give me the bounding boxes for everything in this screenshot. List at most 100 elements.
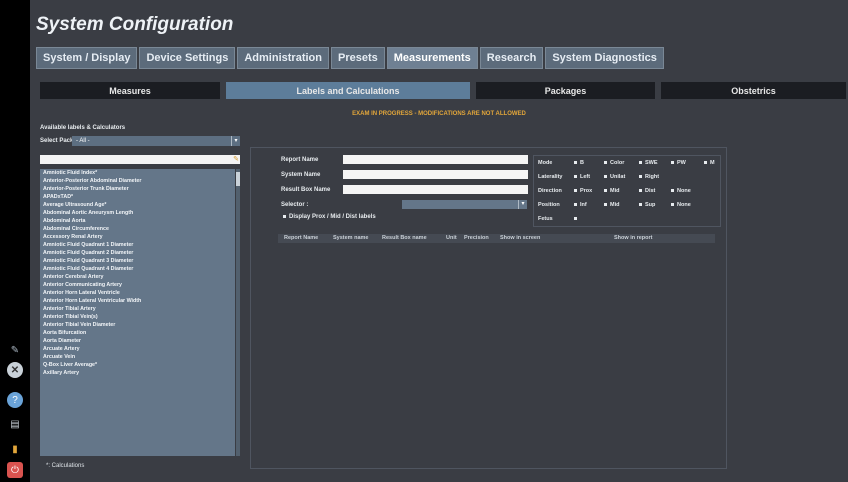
list-item[interactable]: Anterior Tibial Artery — [40, 305, 235, 313]
direction-prox-option[interactable]: Prox — [574, 188, 592, 194]
sub-tabs: Measures Labels and Calculations Package… — [40, 82, 846, 99]
list-item[interactable]: Amniotic Fluid Quadrant 4 Diameter — [40, 265, 235, 273]
position-sup-option[interactable]: Sup — [639, 202, 655, 208]
left-icon-strip: ✎ ✕ ? ▤ ▮ ⏻ — [0, 0, 30, 482]
probe-icon[interactable]: ✎ — [7, 342, 23, 358]
subtab-obstetrics[interactable]: Obstetrics — [661, 82, 846, 99]
list-item[interactable]: Accessory Renal Artery — [40, 233, 235, 241]
calculations-footnote: *: Calculations — [46, 463, 85, 469]
laterality-left-option[interactable]: Left — [574, 174, 590, 180]
options-grid: Mode B Color SWE PW M Laterality Left Un… — [533, 155, 721, 227]
direction-dist-option[interactable]: Dist — [639, 188, 655, 194]
list-item[interactable]: Anterior Tibial Vein(s) — [40, 313, 235, 321]
list-item[interactable]: Amniotic Fluid Quadrant 3 Diameter — [40, 257, 235, 265]
position-mid-option[interactable]: Mid — [604, 202, 619, 208]
col-precision: Precision — [464, 235, 489, 241]
list-item[interactable]: Amniotic Fluid Quadrant 1 Diameter — [40, 241, 235, 249]
list-scrollbar[interactable] — [236, 169, 240, 456]
chevron-down-icon[interactable]: ▾ — [518, 200, 527, 209]
battery-icon: ▮ — [12, 443, 18, 455]
subtab-measures[interactable]: Measures — [40, 82, 220, 99]
direction-none-option[interactable]: None — [671, 188, 691, 194]
cancel-icon[interactable]: ✕ — [7, 362, 23, 378]
page-title: System Configuration — [36, 14, 234, 35]
list-item[interactable]: Anterior Horn Lateral Ventricular Width — [40, 297, 235, 305]
tab-presets[interactable]: Presets — [330, 47, 385, 69]
list-item[interactable]: Amniotic Fluid Index* — [40, 169, 235, 177]
list-item[interactable]: Anterior Tibial Vein Diameter — [40, 321, 235, 329]
list-item[interactable]: Arcuate Vein — [40, 353, 235, 361]
list-item[interactable]: Abdominal Aorta — [40, 217, 235, 225]
available-labels-heading: Available labels & Calculators — [40, 125, 126, 131]
mode-pw-option[interactable]: PW — [671, 160, 686, 166]
list-item[interactable]: Aorta Diameter — [40, 337, 235, 345]
pencil-icon: ✎ — [233, 156, 239, 163]
tab-measurements[interactable]: Measurements — [386, 47, 478, 69]
list-item[interactable]: Arcuate Artery — [40, 345, 235, 353]
laterality-unilat-option[interactable]: Unilat — [604, 174, 625, 180]
list-item[interactable]: Anterior Communicating Artery — [40, 281, 235, 289]
list-item[interactable]: Axillary Artery — [40, 369, 235, 377]
exam-warning: EXAM IN PROGRESS - MODIFICATIONS ARE NOT… — [352, 111, 526, 117]
list-item[interactable]: Anterior-Posterior Abdominal Diameter — [40, 177, 235, 185]
selector-dropdown[interactable]: ▾ — [402, 200, 527, 209]
labels-list[interactable]: Amniotic Fluid Index* Anterior-Posterior … — [40, 169, 235, 456]
tab-system-diagnostics[interactable]: System Diagnostics — [545, 47, 664, 69]
position-none-option[interactable]: None — [671, 202, 691, 208]
mode-label: Mode — [538, 160, 553, 166]
search-input[interactable]: ✎ — [40, 155, 240, 164]
display-prox-checkbox[interactable]: Display Prox / Mid / Dist labels — [283, 214, 376, 220]
power-icon[interactable]: ⏻ — [7, 462, 23, 478]
report-name-input[interactable] — [343, 155, 528, 164]
report-name-label: Report Name — [281, 157, 319, 163]
list-item[interactable]: Anterior Horn Lateral Ventricle — [40, 289, 235, 297]
mode-b-option[interactable]: B — [574, 160, 584, 166]
position-inf-option[interactable]: Inf — [574, 202, 587, 208]
subtab-labels-and-calculations[interactable]: Labels and Calculations — [226, 82, 470, 99]
printer-icon[interactable]: ▤ — [7, 416, 23, 432]
col-show-in-screen: Show in screen — [500, 235, 541, 241]
selector-label: Selector : — [281, 202, 309, 208]
tab-device-settings[interactable]: Device Settings — [139, 47, 236, 69]
list-item[interactable]: Abdominal Circumference — [40, 225, 235, 233]
table-header: Report Name System name Result Box name … — [278, 234, 715, 243]
direction-label: Direction — [538, 188, 562, 194]
result-box-name-label: Result Box Name — [281, 187, 331, 193]
select-package-dropdown[interactable]: - All - ▾ — [72, 136, 240, 146]
mode-m-option[interactable]: M — [704, 160, 715, 166]
list-item[interactable]: Abdominal Aortic Aneurysm Length — [40, 209, 235, 217]
help-icon[interactable]: ? — [7, 392, 23, 408]
tab-administration[interactable]: Administration — [237, 47, 329, 69]
main-tabs: System / Display Device Settings Adminis… — [36, 47, 664, 69]
list-item[interactable]: Anterior Cerebral Artery — [40, 273, 235, 281]
subtab-packages[interactable]: Packages — [476, 82, 655, 99]
position-label: Position — [538, 202, 560, 208]
list-item[interactable]: Average Ultrasound Age* — [40, 201, 235, 209]
list-item[interactable]: Q-Box Liver Average* — [40, 361, 235, 369]
tab-system-display[interactable]: System / Display — [36, 47, 138, 69]
fetus-label: Fetus — [538, 216, 553, 222]
col-report-name: Report Name — [284, 235, 319, 241]
scrollbar-thumb[interactable] — [236, 172, 240, 186]
system-name-label: System Name — [281, 172, 321, 178]
system-name-input[interactable] — [343, 170, 528, 179]
list-item[interactable]: Aorta Bifurcation — [40, 329, 235, 337]
chevron-down-icon[interactable]: ▾ — [231, 136, 240, 146]
mode-swe-option[interactable]: SWE — [639, 160, 658, 166]
list-item[interactable]: Amniotic Fluid Quadrant 2 Diameter — [40, 249, 235, 257]
checkbox-icon[interactable] — [283, 214, 286, 218]
laterality-right-option[interactable]: Right — [639, 174, 659, 180]
col-result-box-name: Result Box name — [382, 235, 427, 241]
col-show-in-report: Show in report — [614, 235, 653, 241]
result-box-name-input[interactable] — [343, 185, 528, 194]
tab-research[interactable]: Research — [479, 47, 544, 69]
display-prox-label: Display Prox / Mid / Dist labels — [289, 214, 376, 220]
fetus-option[interactable] — [574, 216, 580, 222]
mode-color-option[interactable]: Color — [604, 160, 624, 166]
laterality-label: Laterality — [538, 174, 563, 180]
list-item[interactable]: APADxTAD* — [40, 193, 235, 201]
list-item[interactable]: Anterior-Posterior Trunk Diameter — [40, 185, 235, 193]
col-unit: Unit — [446, 235, 457, 241]
direction-mid-option[interactable]: Mid — [604, 188, 619, 194]
col-system-name: System name — [333, 235, 369, 241]
